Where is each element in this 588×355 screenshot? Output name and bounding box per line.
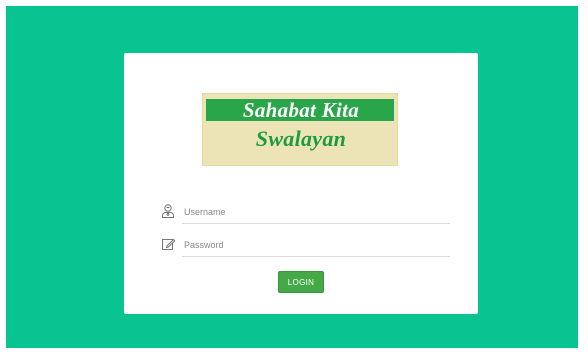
page-background: Sahabat Kita Swalayan Username LOGIN	[6, 6, 578, 348]
username-input[interactable]	[182, 200, 450, 224]
store-logo: Sahabat Kita Swalayan	[202, 93, 398, 166]
username-row	[160, 200, 450, 224]
user-icon	[160, 203, 176, 219]
login-button[interactable]: LOGIN	[278, 271, 324, 293]
password-row	[160, 233, 450, 257]
login-card: Sahabat Kita Swalayan Username LOGIN	[124, 53, 478, 314]
edit-icon	[160, 236, 176, 252]
logo-title: Sahabat Kita	[242, 98, 360, 122]
logo-subtitle: Swalayan	[255, 126, 347, 151]
password-input[interactable]	[182, 233, 450, 257]
